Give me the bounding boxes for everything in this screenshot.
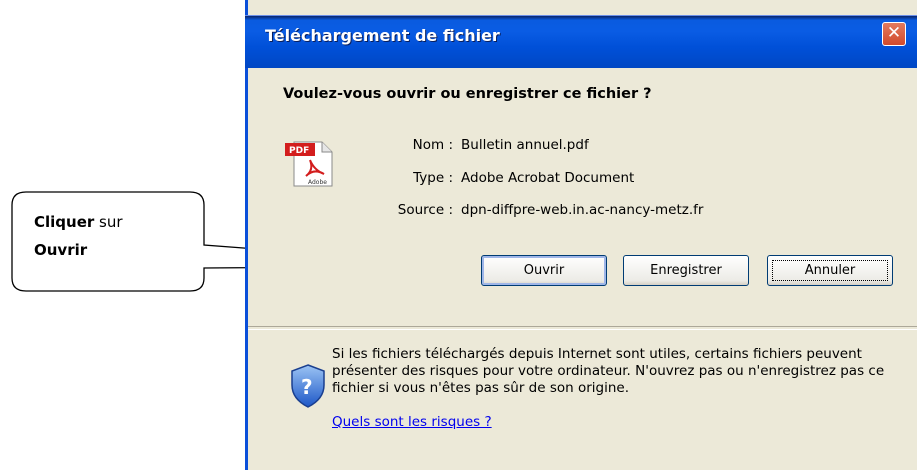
source-value: dpn-diffpre-web.in.ac-nancy-metz.fr bbox=[461, 202, 704, 218]
name-value: Bulletin annuel.pdf bbox=[461, 137, 589, 153]
callout-text: Cliquer sur Ouvrir bbox=[34, 208, 204, 264]
title-bar[interactable]: Téléchargement de fichier ✕ bbox=[245, 15, 917, 68]
separator bbox=[248, 326, 917, 330]
type-value: Adobe Acrobat Document bbox=[461, 170, 635, 186]
type-label: Type : bbox=[413, 170, 453, 186]
name-label: Nom : bbox=[412, 137, 453, 153]
close-icon[interactable]: ✕ bbox=[882, 22, 906, 46]
shield-icon: ? bbox=[291, 364, 325, 408]
dialog-title: Téléchargement de fichier bbox=[265, 26, 500, 45]
save-button[interactable]: Enregistrer bbox=[623, 255, 749, 286]
question-text: Voulez-vous ouvrir ou enregistrer ce fic… bbox=[283, 86, 652, 102]
warning-text: Si les fichiers téléchargés depuis Inter… bbox=[332, 346, 885, 396]
download-dialog: Téléchargement de fichier ✕ Voulez-vous … bbox=[245, 0, 917, 470]
callout-bold-cliquer: Cliquer bbox=[34, 213, 95, 231]
shield-question-mark: ? bbox=[301, 375, 313, 399]
type-row: Type : bbox=[248, 170, 453, 190]
open-button[interactable]: Ouvrir bbox=[481, 255, 607, 286]
risks-link[interactable]: Quels sont les risques ? bbox=[332, 414, 492, 430]
name-row: Nom : bbox=[248, 137, 453, 157]
callout-text-sur: sur bbox=[94, 213, 123, 231]
callout-bold-ouvrir: Ouvrir bbox=[34, 241, 88, 259]
cancel-button[interactable]: Annuler bbox=[767, 255, 893, 286]
source-label: Source : bbox=[397, 202, 453, 218]
source-row: Source : bbox=[248, 202, 453, 222]
